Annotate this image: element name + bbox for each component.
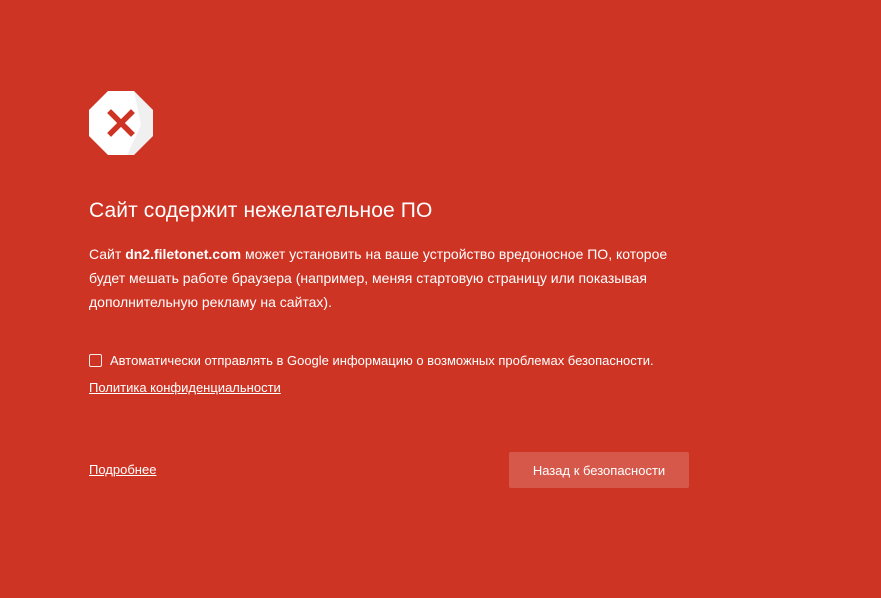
site-domain: dn2.filetonet.com bbox=[125, 246, 242, 262]
warning-x-icon bbox=[89, 91, 153, 155]
interstitial-content: Сайт содержит нежелательное ПО Сайт dn2.… bbox=[89, 91, 689, 488]
back-to-safety-button[interactable]: Назад к безопасности bbox=[509, 452, 689, 488]
report-checkbox-row[interactable]: Автоматически отправлять в Google информ… bbox=[89, 353, 654, 368]
page-title: Сайт содержит нежелательное ПО bbox=[89, 199, 433, 222]
report-checkbox[interactable] bbox=[89, 354, 102, 367]
privacy-policy-link[interactable]: Политика конфиденциальности bbox=[89, 380, 281, 395]
description-prefix: Сайт bbox=[89, 246, 126, 262]
warning-description: Сайт dn2.filetonet.com может установить … bbox=[89, 242, 689, 314]
details-link[interactable]: Подробнее bbox=[89, 462, 156, 477]
report-checkbox-label[interactable]: Автоматически отправлять в Google информ… bbox=[110, 353, 654, 368]
